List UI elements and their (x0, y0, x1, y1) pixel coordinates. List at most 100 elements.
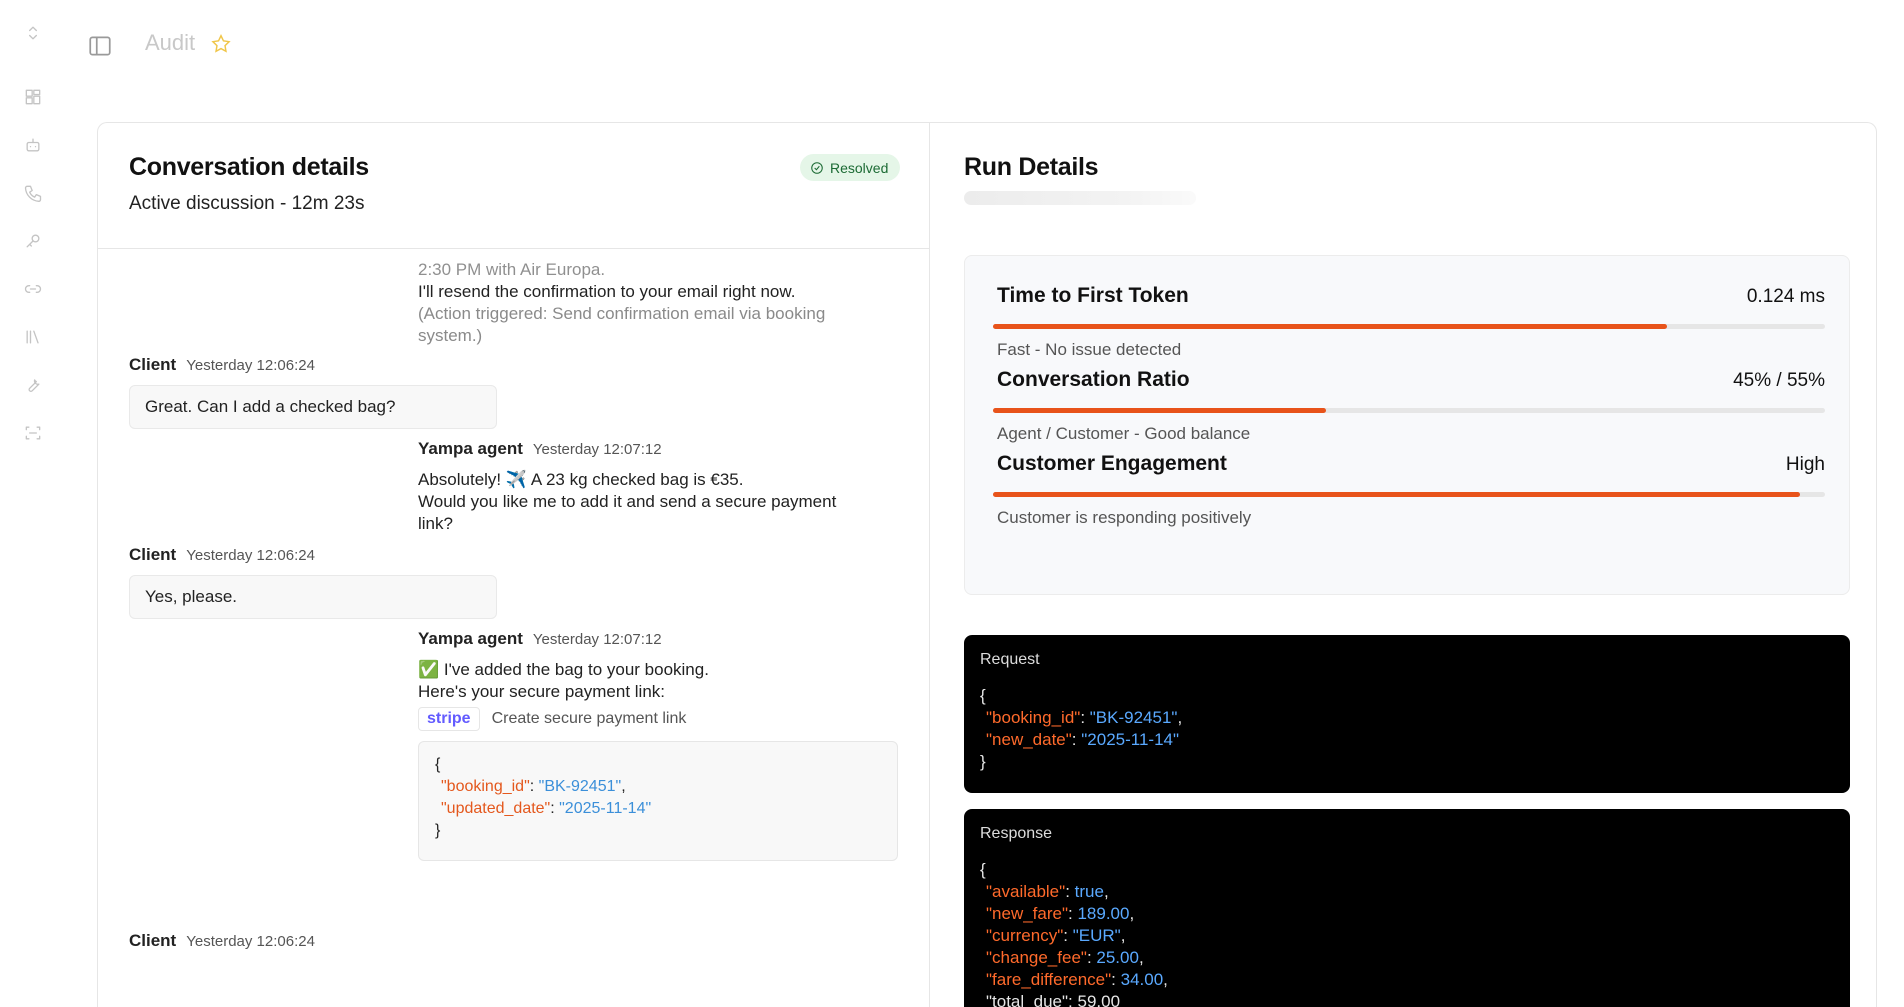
message-list[interactable]: 2:30 PM with Air Europa. I'll resend the… (98, 249, 930, 1007)
scan-icon[interactable] (22, 422, 44, 444)
conversation-subtitle: Active discussion - 12m 23s (129, 193, 365, 214)
message-time: Yesterday 12:06:24 (186, 357, 315, 374)
code-value: "BK-92451" (1089, 708, 1178, 727)
code-line: "change_fee": 25.00, (986, 948, 1144, 967)
message-header: Client Yesterday 12:06:24 (129, 355, 315, 375)
metric-note: Customer is responding positively (997, 508, 1252, 527)
code-brace: { (980, 860, 986, 879)
tool-payload-code: { "booking_id": "BK-92451", "updated_dat… (418, 741, 898, 861)
message-time: Yesterday 12:06:24 (186, 933, 315, 950)
dashboard-icon[interactable] (22, 86, 44, 108)
message-header: Client Yesterday 12:06:24 (129, 931, 315, 951)
code-line: "fare_difference": 34.00, (986, 970, 1168, 989)
metric-name: Customer Engagement (997, 452, 1227, 475)
agent-message: ✅ I've added the bag to your booking. He… (418, 659, 878, 703)
metric-note: Agent / Customer - Good balance (997, 424, 1251, 443)
metric-name: Conversation Ratio (997, 368, 1190, 391)
conversation-panel: Conversation details Active discussion -… (97, 122, 930, 1007)
code-value: "2025-11-14" (559, 800, 652, 817)
code-key: "updated_date" (441, 800, 551, 817)
metric-progress-track (993, 408, 1825, 413)
conversation-header: Conversation details Active discussion -… (98, 123, 930, 249)
phone-icon[interactable] (22, 182, 44, 204)
response-code-block: Response { "available": true, "new_fare"… (964, 809, 1850, 1007)
code-key: "total_due" (986, 992, 1069, 1007)
agent-message-line: Would you like me to add it and send a s… (418, 492, 837, 511)
agent-message-line: ✅ I've added the bag to your booking. (418, 660, 709, 679)
code-line: "new_fare": 189.00, (986, 904, 1135, 923)
code-line: "new_date": "2025-11-14" (986, 730, 1180, 749)
code-key: "booking_id" (986, 708, 1081, 727)
code-key: "new_fare" (986, 904, 1069, 923)
code-line: "currency": "EUR", (986, 926, 1126, 945)
code-value: 34.00 (1120, 970, 1164, 989)
request-title: Request (980, 651, 1040, 668)
metric-progress-fill (993, 324, 1667, 329)
library-icon[interactable] (22, 326, 44, 348)
code-key: "available" (986, 882, 1066, 901)
sender-name: Client (129, 931, 177, 950)
message-header: Yampa agent Yesterday 12:07:12 (418, 629, 662, 649)
wrench-icon[interactable] (22, 374, 44, 396)
metric-value: 45% / 55% (1733, 370, 1825, 391)
link-icon[interactable] (22, 278, 44, 300)
metric-progress-fill (993, 492, 1801, 497)
agent-message-line: Absolutely! ✈️ A 23 kg checked bag is €3… (418, 470, 744, 489)
message-time: Yesterday 12:06:24 (186, 547, 315, 564)
code-line: "booking_id": "BK-92451", (986, 708, 1183, 727)
sidebar-toggle-icon[interactable] (87, 33, 113, 59)
code-brace: { (980, 686, 986, 705)
chevrons-up-down-icon[interactable] (22, 22, 44, 44)
code-value: true (1074, 882, 1104, 901)
stripe-logo: stripe (418, 707, 480, 731)
response-title: Response (980, 825, 1053, 842)
tool-call-row: stripe Create secure payment link (418, 707, 686, 731)
metric-value: 0.124 ms (1746, 286, 1825, 307)
metrics-card: Time to First Token 0.124 ms Fast - No i… (964, 255, 1850, 595)
code-key: "change_fee" (986, 948, 1087, 967)
tool-action: Create secure payment link (491, 710, 687, 727)
metric-progress-track (993, 492, 1825, 497)
key-icon[interactable] (22, 230, 44, 252)
run-details-panel: Run Details Time to First Token 0.124 ms… (929, 122, 1877, 1007)
code-value: "BK-92451" (538, 778, 622, 795)
message-time: Yesterday 12:07:12 (532, 631, 662, 648)
code-key: "fare_difference" (986, 970, 1112, 989)
code-brace: { (435, 756, 441, 773)
message-header: Yampa agent Yesterday 12:07:12 (418, 439, 662, 459)
metric-progress-track (993, 324, 1825, 329)
code-key: "new_date" (986, 730, 1072, 749)
code-line: "booking_id": "BK-92451", (441, 778, 626, 795)
code-value: 59.00 (1077, 992, 1121, 1007)
code-line: "total_due": 59.00 (980, 991, 1834, 1007)
code-line: "updated_date": "2025-11-14" (441, 800, 652, 817)
faded-line: 2:30 PM with Air Europa. (418, 260, 606, 279)
sender-name: Yampa agent (418, 439, 523, 458)
faded-line: I'll resend the confirmation to your ema… (418, 282, 796, 301)
request-code-block: Request { "booking_id": "BK-92451", "new… (964, 635, 1850, 793)
code-key: "booking_id" (441, 778, 530, 795)
sender-name: Client (129, 545, 177, 564)
code-value: "EUR" (1072, 926, 1121, 945)
message-time: Yesterday 12:07:12 (532, 441, 662, 458)
page-title: Audit (145, 30, 196, 55)
code-key: "currency" (986, 926, 1064, 945)
check-circle-icon (811, 161, 823, 174)
faded-message: 2:30 PM with Air Europa. I'll resend the… (418, 259, 878, 347)
bot-icon[interactable] (22, 134, 44, 156)
sender-name: Yampa agent (418, 629, 523, 648)
code-brace: } (980, 752, 986, 771)
metric-name: Time to First Token (997, 284, 1189, 307)
sender-name: Client (129, 355, 177, 374)
loading-skeleton (964, 191, 1196, 205)
code-value: 189.00 (1077, 904, 1130, 923)
code-value: 25.00 (1096, 948, 1139, 967)
message-header: Client Yesterday 12:06:24 (129, 545, 315, 565)
faded-line: (Action triggered: Send confirmation ema… (418, 304, 826, 323)
agent-message-line: Here's your secure payment link: (418, 682, 666, 701)
metric-note: Fast - No issue detected (997, 340, 1182, 359)
metric-progress-fill (993, 408, 1326, 413)
favorite-star-icon[interactable] (210, 33, 232, 55)
faded-line: system.) (418, 326, 483, 345)
client-message-bubble: Yes, please. (129, 575, 497, 619)
